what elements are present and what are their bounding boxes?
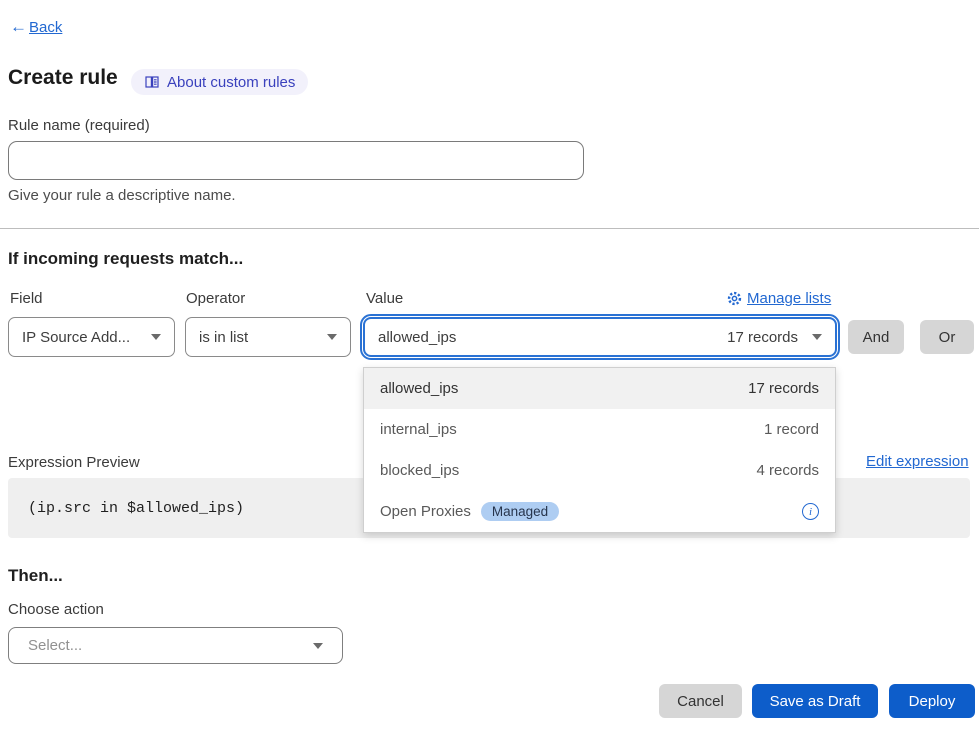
list-item-name: internal_ips bbox=[380, 421, 457, 438]
manage-lists-label[interactable]: Manage lists bbox=[747, 290, 831, 307]
back-link-label[interactable]: Back bbox=[29, 19, 62, 36]
value-label: Value bbox=[366, 290, 403, 307]
field-select[interactable]: IP Source Add... bbox=[8, 317, 175, 357]
expression-code: (ip.src in $allowed_ips) bbox=[28, 500, 244, 517]
chevron-down-icon bbox=[313, 643, 323, 649]
list-item-name: Open Proxies bbox=[380, 503, 471, 520]
value-select[interactable]: allowed_ips 17 records bbox=[363, 317, 837, 357]
expression-preview-label: Expression Preview bbox=[8, 454, 140, 471]
chevron-down-icon bbox=[151, 334, 161, 340]
info-icon[interactable]: i bbox=[802, 503, 819, 520]
dropdown-item-blocked-ips[interactable]: blocked_ips 4 records bbox=[364, 450, 835, 491]
dropdown-item-open-proxies[interactable]: Open Proxies Managed i bbox=[364, 491, 835, 532]
managed-badge: Managed bbox=[481, 502, 559, 521]
operator-select[interactable]: is in list bbox=[185, 317, 351, 357]
chevron-down-icon bbox=[812, 334, 822, 340]
about-pill-label: About custom rules bbox=[167, 74, 295, 91]
value-dropdown-panel: allowed_ips 17 records internal_ips 1 re… bbox=[363, 367, 836, 533]
field-select-value: IP Source Add... bbox=[22, 329, 130, 346]
dropdown-item-internal-ips[interactable]: internal_ips 1 record bbox=[364, 409, 835, 450]
list-item-count: 4 records bbox=[756, 462, 819, 479]
rule-name-input[interactable] bbox=[8, 141, 584, 180]
section-divider bbox=[0, 228, 979, 229]
match-section-heading: If incoming requests match... bbox=[8, 249, 243, 269]
choose-action-label: Choose action bbox=[8, 601, 104, 618]
value-select-record-count: 17 records bbox=[727, 329, 798, 346]
page-title: Create rule bbox=[8, 66, 118, 90]
about-custom-rules-link[interactable]: About custom rules bbox=[131, 69, 308, 95]
save-as-draft-button[interactable]: Save as Draft bbox=[752, 684, 878, 718]
gear-icon bbox=[727, 291, 742, 306]
manage-lists-link[interactable]: Manage lists bbox=[727, 290, 831, 307]
create-rule-page: ←Back Create rule About custom rules Rul… bbox=[0, 0, 979, 739]
rule-name-label: Rule name (required) bbox=[8, 117, 150, 134]
deploy-button[interactable]: Deploy bbox=[889, 684, 975, 718]
edit-expression-link[interactable]: Edit expression bbox=[866, 453, 969, 470]
back-link[interactable]: ←Back bbox=[10, 17, 62, 37]
dropdown-item-allowed-ips[interactable]: allowed_ips 17 records bbox=[364, 368, 835, 409]
list-item-count: 1 record bbox=[764, 421, 819, 438]
list-item-name: allowed_ips bbox=[380, 380, 458, 397]
choose-action-select[interactable]: Select... bbox=[8, 627, 343, 664]
chevron-down-icon bbox=[327, 334, 337, 340]
then-section-heading: Then... bbox=[8, 566, 63, 586]
cancel-button[interactable]: Cancel bbox=[659, 684, 742, 718]
rule-name-helper-text: Give your rule a descriptive name. bbox=[8, 187, 236, 204]
or-button[interactable]: Or bbox=[920, 320, 974, 354]
field-label: Field bbox=[10, 290, 43, 307]
action-select-placeholder: Select... bbox=[28, 637, 82, 654]
list-item-name: blocked_ips bbox=[380, 462, 459, 479]
operator-label: Operator bbox=[186, 290, 245, 307]
value-select-value: allowed_ips bbox=[378, 329, 456, 346]
back-arrow-icon: ← bbox=[10, 17, 27, 37]
operator-select-value: is in list bbox=[199, 329, 248, 346]
and-button[interactable]: And bbox=[848, 320, 904, 354]
list-item-count: 17 records bbox=[748, 380, 819, 397]
book-icon bbox=[144, 74, 160, 90]
